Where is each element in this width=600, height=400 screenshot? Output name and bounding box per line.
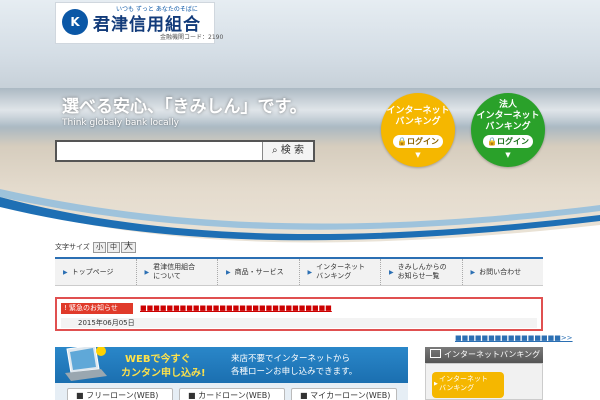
hero-banner: K いつも ずっと あなたのそばに 君津信用組合 金融機関コード：2190 選べ… — [0, 0, 600, 252]
side-header-label: インターネットバンキング — [444, 350, 541, 359]
font-size-small-button[interactable]: 小 — [93, 242, 107, 253]
nav-item-label: お問い合わせ — [479, 267, 522, 276]
laptop-icon — [65, 347, 107, 381]
chevron-right-icon: ▶ — [434, 381, 438, 387]
font-size-large-button[interactable]: 大 — [121, 242, 137, 253]
hero-subtagline: Think globaly bank locally — [62, 118, 179, 128]
internet-banking-button[interactable]: インターネット バンキング 🔒ログイン ▼ — [381, 93, 455, 167]
banner-desc-line2: 各種ローンお申し込みできます。 — [231, 367, 358, 377]
nav-item-label: インターネット バンキング — [316, 263, 366, 280]
side-internet-banking-button[interactable]: ▶ インターネット バンキング — [432, 372, 504, 398]
card-loan-button[interactable]: ■ カードローン(WEB) — [179, 388, 285, 400]
banner-line2: カンタン申し込み! — [121, 368, 206, 379]
lock-icon: 🔒 — [487, 137, 497, 146]
banner-line1: WEBで今すぐ — [125, 354, 191, 365]
corporate-banking-title-line1: 法人 — [498, 100, 517, 110]
chevron-right-icon: ▶ — [144, 268, 150, 276]
emergency-message-link[interactable]: ■■■■■■■■■■■■■■■■■■■■■■■■■■■■■ — [140, 303, 332, 314]
logo[interactable]: K いつも ずっと あなたのそばに 君津信用組合 金融機関コード：2190 — [55, 2, 223, 44]
nav-item-news[interactable]: ▶ きみしんからの お知らせ一覧 — [381, 259, 463, 285]
internet-banking-title: インターネット バンキング — [381, 106, 455, 128]
side-button-line1: インターネット — [439, 375, 488, 383]
institution-code: 金融機関コード：2190 — [160, 34, 224, 41]
nav-item-contact[interactable]: ▶ お問い合わせ — [463, 259, 544, 285]
internet-banking-title-line2: バンキング — [395, 117, 441, 127]
search-button-label: 検 索 — [280, 145, 304, 156]
login-label: ログイン — [496, 137, 529, 146]
emergency-badge: ! 緊急のお知らせ — [61, 303, 133, 314]
corporate-banking-login[interactable]: 🔒ログイン — [483, 135, 533, 148]
nav-item-label: 商品・サービス — [234, 267, 284, 276]
search-icon: ⌕ — [272, 145, 278, 156]
search-button[interactable]: ⌕ 検 索 — [262, 142, 313, 160]
emergency-date: 2015年06月05日 — [61, 318, 537, 328]
corporate-banking-title-line3: バンキング — [485, 122, 531, 132]
monitor-icon — [430, 349, 441, 358]
side-internet-banking: インターネットバンキング ▶ インターネット バンキング — [425, 347, 543, 400]
nav-item-label: トップページ — [71, 267, 114, 276]
banner-desc-line1: 来店不要でインターネットから — [231, 354, 351, 364]
emergency-notice: ! 緊急のお知らせ ■■■■■■■■■■■■■■■■■■■■■■■■■■■■■ … — [55, 297, 543, 331]
chevron-right-icon: ▶ — [389, 268, 394, 276]
more-notices-link[interactable]: ■■■■■■■■■■■■■■■■>> — [455, 334, 573, 342]
chevron-down-icon: ▼ — [505, 151, 511, 159]
car-loan-button[interactable]: ■ マイカーローン(WEB) — [291, 388, 397, 400]
global-nav: ▶ トップページ ▶ 君津信用組合 について ▶ 商品・サービス ▶ インターネット バンキ… — [55, 257, 543, 286]
nav-item-label: きみしんからの お知らせ一覧 — [397, 263, 447, 280]
internet-banking-login[interactable]: 🔒ログイン — [393, 135, 443, 148]
nav-item-about[interactable]: ▶ 君津信用組合 について — [137, 259, 218, 285]
chevron-right-icon: ▶ — [470, 268, 476, 276]
web-loan-section: WEBで今すぐ カンタン申し込み! 来店不要でインターネットから 各種ローンお申… — [55, 347, 408, 400]
chevron-down-icon: ▼ — [415, 151, 421, 159]
web-loan-banner[interactable]: WEBで今すぐ カンタン申し込み! 来店不要でインターネットから 各種ローンお申… — [55, 347, 408, 383]
corporate-banking-title: 法人 インターネット バンキング — [471, 100, 545, 133]
login-label: ログイン — [406, 137, 439, 146]
chevron-right-icon: ▶ — [63, 268, 68, 276]
font-size-medium-button[interactable]: 中 — [107, 242, 121, 253]
search-box: ⌕ 検 索 — [55, 140, 315, 162]
nav-item-label: 君津信用組合 について — [153, 263, 196, 280]
search-input[interactable] — [57, 142, 271, 160]
side-box: ▶ インターネット バンキング — [425, 363, 543, 400]
font-size-label: 文字サイズ — [55, 243, 90, 251]
logo-mark-icon: K — [62, 9, 88, 35]
side-button-line2: バンキング — [439, 384, 475, 392]
nav-item-top[interactable]: ▶ トップページ — [55, 259, 137, 285]
nav-item-products[interactable]: ▶ 商品・サービス — [218, 259, 300, 285]
chevron-right-icon: ▶ — [226, 268, 231, 276]
lock-icon: 🔒 — [397, 137, 407, 146]
corporate-banking-title-line2: インターネット — [476, 111, 540, 121]
nav-item-internet-banking[interactable]: ▶ インターネット バンキング — [300, 259, 381, 285]
chevron-right-icon: ▶ — [307, 268, 313, 276]
free-loan-button[interactable]: ■ フリーローン(WEB) — [67, 388, 173, 400]
emergency-badge-label: 緊急のお知らせ — [69, 304, 118, 312]
side-header: インターネットバンキング — [425, 347, 543, 363]
font-size-switcher: 文字サイズ 小中大 — [55, 242, 137, 253]
hero-tagline: 選べる安心、「きみしん」です。 — [62, 97, 307, 117]
corporate-banking-button[interactable]: 法人 インターネット バンキング 🔒ログイン ▼ — [471, 93, 545, 167]
internet-banking-title-line1: インターネット — [386, 106, 450, 116]
